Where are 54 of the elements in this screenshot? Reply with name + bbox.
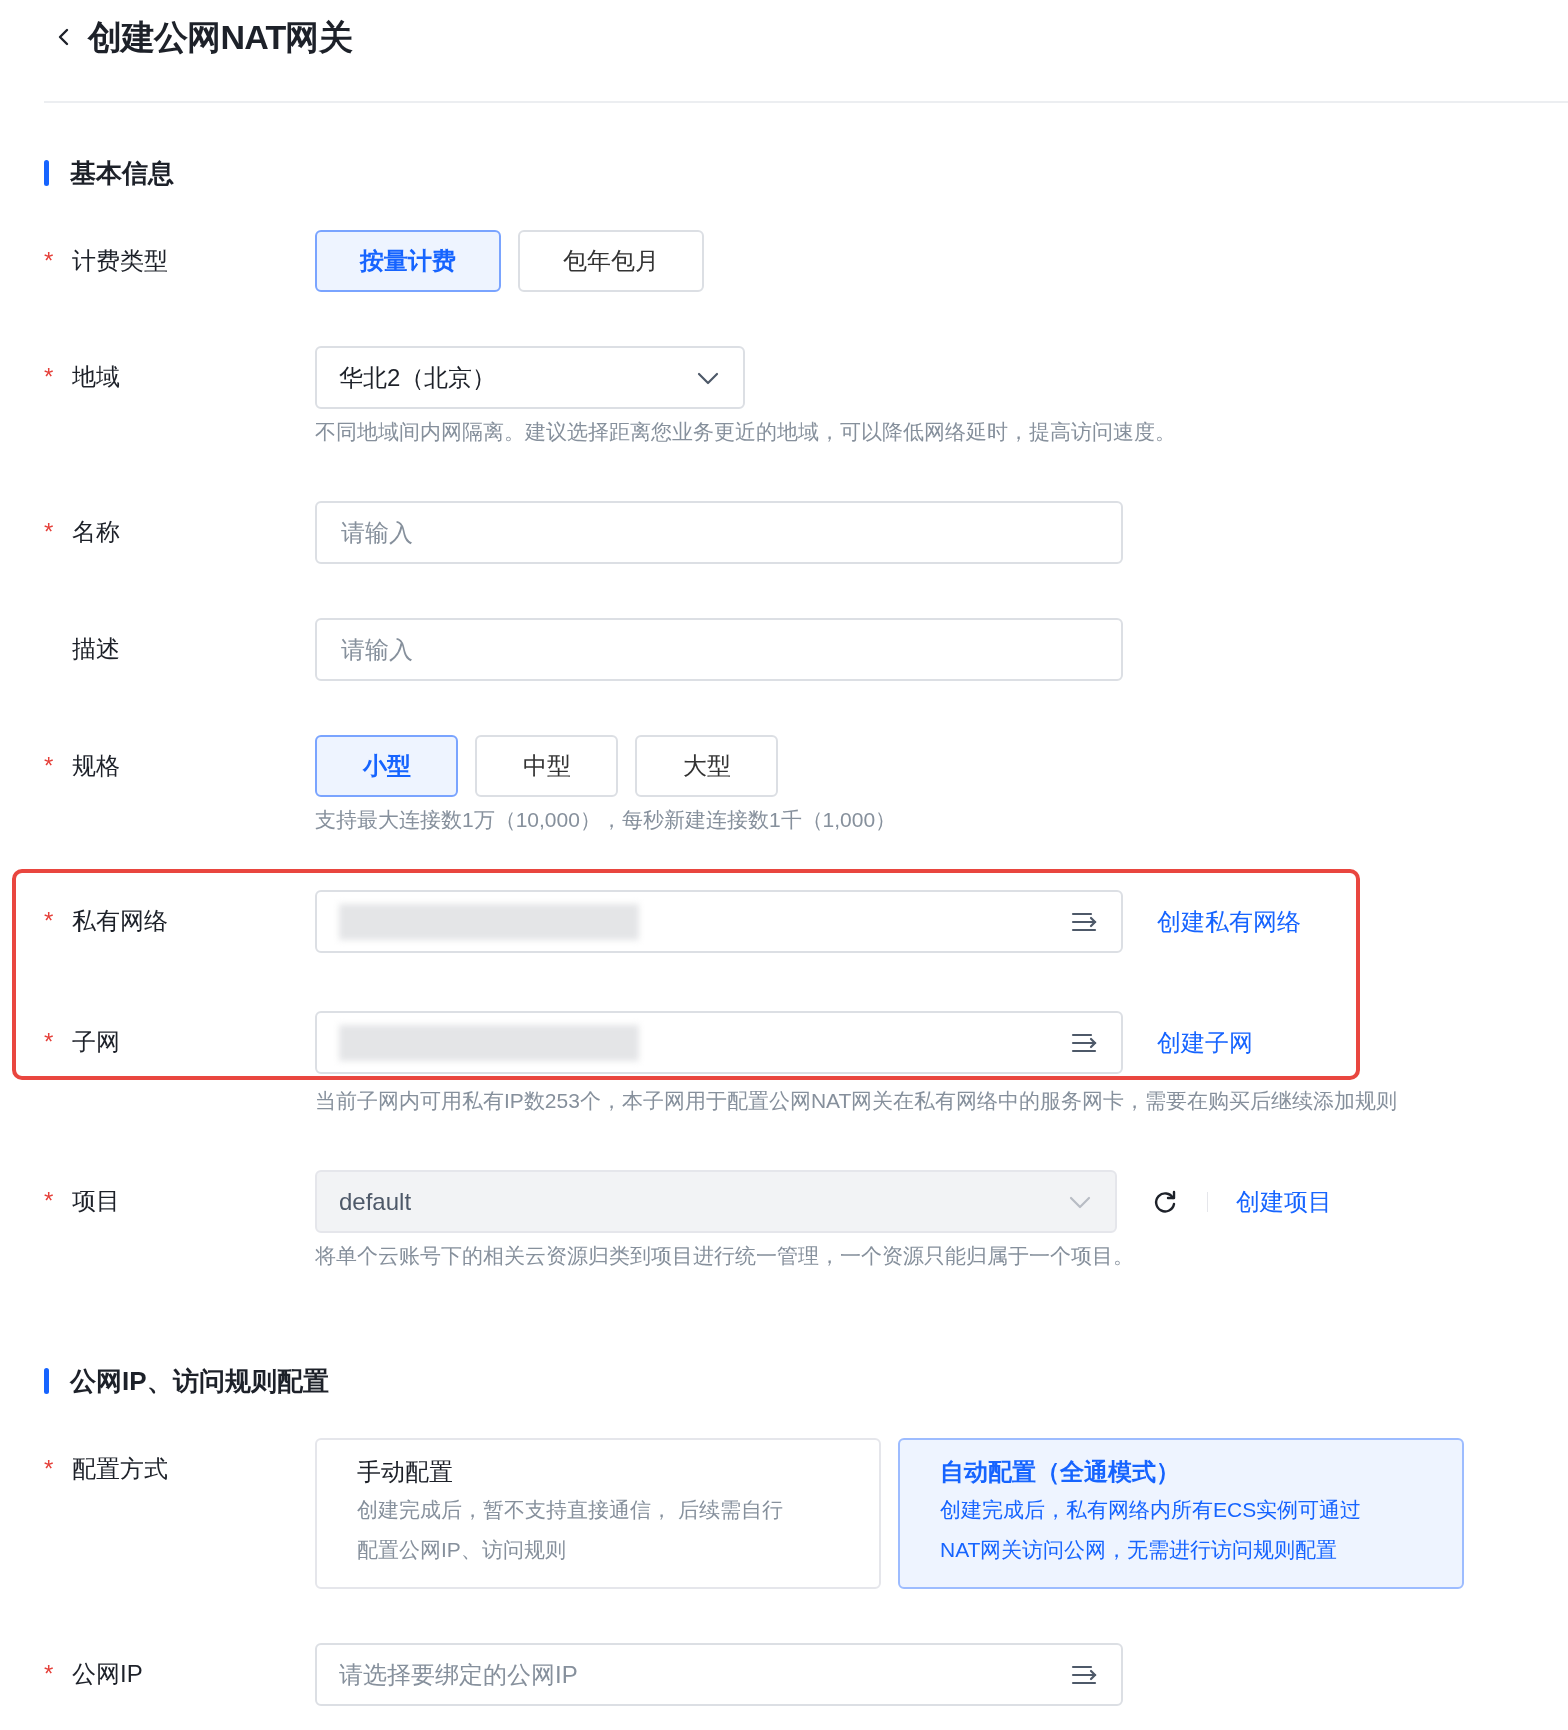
option-card[interactable]: 自动配置（全通模式） 创建完成后，私有网络内所有ECS实例可通过NAT网关访问公网，无需进行访问规则配置 [898,1438,1464,1589]
card-description: 创建完成后，暂不支持直接通信， 后续需自行配置公网IP、访问规则 [357,1497,784,1563]
option-button[interactable]: 大型 [635,735,778,797]
section-marker [44,160,49,186]
section-marker [44,1368,49,1394]
help-text: 当前子网内可用私有IP数253个，本子网用于配置公网NAT网关在私有网络中的服务网卡，需要在购买后继续添加规则 [315,1088,1399,1114]
card-title: 手动配置 [357,1457,454,1487]
field-label: 规格 [72,751,120,781]
option-card[interactable]: 手动配置 创建完成后，暂不支持直接通信， 后续需自行配置公网IP、访问规则 [315,1438,881,1589]
required-mark: * [44,1027,55,1057]
required-mark: * [44,751,55,781]
back-icon[interactable] [56,27,70,47]
select-field[interactable] [315,890,1123,953]
section-title: 基本信息 [70,158,174,188]
create-link[interactable]: 创建私有网络 [1157,903,1301,940]
field-label: 名称 [72,517,120,547]
help-text: 将单个云账号下的相关云资源归类到项目进行统一管理，一个资源只能归属于一个项目。 [315,1243,1135,1269]
list-icon[interactable] [1071,1031,1097,1054]
option-button[interactable]: 小型 [315,735,458,797]
required-mark: * [44,246,55,276]
input-field[interactable]: 请输入 [315,618,1123,681]
select-field[interactable] [315,1011,1123,1074]
list-icon[interactable] [1071,1663,1097,1686]
required-mark: * [44,906,55,936]
option-button[interactable]: 按量计费 [315,230,501,292]
page-title: 创建公网NAT网关 [88,16,352,58]
help-text: 支持最大连接数1万（10,000），每秒新建连接数1千（1,000） [315,807,897,833]
card-description: 创建完成后，私有网络内所有ECS实例可通过NAT网关访问公网，无需进行访问规则配置 [940,1497,1363,1563]
field-label: 地域 [72,362,120,392]
field-label: 私有网络 [72,906,168,936]
field-label: 配置方式 [72,1454,168,1484]
select-value: 华北2（北京） [339,362,497,393]
field-label: 项目 [72,1186,120,1216]
select-value: default [339,1186,412,1217]
field-label: 公网IP [72,1659,143,1689]
list-icon[interactable] [1071,910,1097,933]
select-field[interactable]: 请选择要绑定的公网IP [315,1643,1123,1706]
field-label: 描述 [72,634,120,664]
option-button[interactable]: 包年包月 [518,230,704,292]
input-field[interactable]: 请输入 [315,501,1123,564]
help-text: 不同地域间内网隔离。建议选择距离您业务更近的地域，可以降低网络延时，提高访问速度。 [315,419,1176,445]
select-field[interactable]: 华北2（北京） [315,346,745,409]
section-title: 公网IP、访问规则配置 [70,1366,329,1396]
select-placeholder: 请选择要绑定的公网IP [339,1659,578,1690]
required-mark: * [44,362,55,392]
card-title: 自动配置（全通模式） [940,1457,1181,1487]
create-link[interactable]: 创建子网 [1157,1024,1253,1061]
field-label: 计费类型 [72,246,168,276]
required-mark: * [44,1186,55,1216]
option-button[interactable]: 中型 [475,735,618,797]
field-label: 子网 [72,1027,120,1057]
required-mark: * [44,517,55,547]
required-mark: * [44,1659,55,1689]
required-mark: * [44,1454,55,1484]
